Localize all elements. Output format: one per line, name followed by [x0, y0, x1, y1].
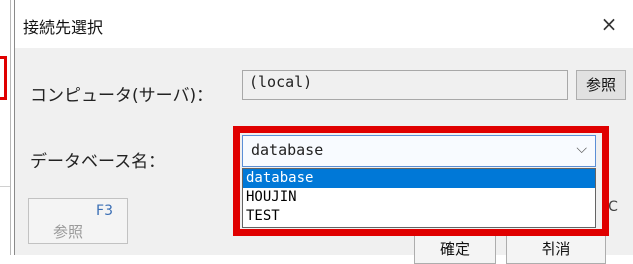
f3-key-label: F3 — [96, 203, 113, 219]
server-browse-button[interactable]: 参照 — [576, 70, 626, 100]
server-field[interactable]: (local) — [242, 70, 568, 100]
database-selected-value: database — [251, 141, 324, 159]
chevron-down-icon[interactable]: ⌵ — [576, 141, 587, 157]
close-icon[interactable]: × — [593, 8, 625, 40]
database-combobox[interactable]: database ⌵ — [242, 135, 596, 167]
dropdown-option[interactable]: TEST — [243, 207, 595, 226]
cancel-button[interactable]: 취消 — [506, 234, 606, 264]
background-highlight-fragment — [0, 56, 7, 100]
f3-button-label: 参照 — [53, 223, 84, 241]
dialog-title: 接続先選択 — [23, 18, 104, 37]
f3-browse-button[interactable]: F3 参照 — [28, 198, 128, 244]
dropdown-option[interactable]: HOUJIN — [243, 188, 595, 207]
database-dropdown-list: database HOUJIN TEST — [242, 168, 596, 228]
confirm-button[interactable]: 確定 — [414, 234, 496, 264]
server-label: コンピュータ(サーバ)： — [30, 86, 214, 106]
dropdown-option[interactable]: database — [243, 169, 595, 188]
background-window-fragment — [0, 0, 11, 255]
dialog-titlebar: 接続先選択 × — [15, 0, 633, 48]
database-label: データベース名： — [30, 152, 166, 172]
background-divider — [0, 186, 10, 187]
